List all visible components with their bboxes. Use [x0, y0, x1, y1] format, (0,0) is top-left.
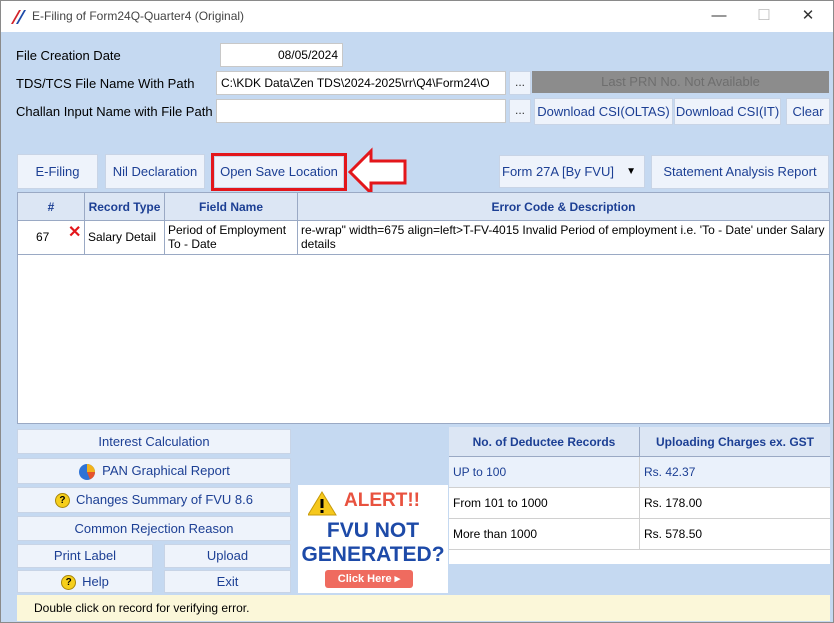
minimize-icon[interactable]: — — [709, 7, 729, 25]
row-number-text: 67 — [36, 230, 50, 244]
changes-summary-label: Changes Summary of FVU 8.6 — [75, 492, 254, 507]
grid-header: # Record Type Field Name Error Code & De… — [18, 193, 829, 221]
alert-title: ALERT!! — [344, 490, 420, 511]
prn-status: Last PRN No. Not Available — [532, 71, 829, 93]
highlight-box — [211, 153, 347, 191]
challan-browse-button[interactable]: ... — [509, 99, 531, 123]
table-row[interactable]: 67 ✕ Salary Detail Period of Employment … — [18, 221, 829, 255]
row-description: re-wrap" width=675 align=left>T-FV-4015 … — [301, 223, 825, 251]
click-here-button[interactable]: Click Here ▸ — [325, 570, 413, 588]
changes-summary-button[interactable]: ? Changes Summary of FVU 8.6 — [17, 487, 291, 513]
form-type-value: Form 27A [By FVU] — [502, 164, 614, 179]
close-icon[interactable]: ✕ — [798, 7, 818, 25]
maximize-icon[interactable]: ☐ — [754, 7, 774, 25]
status-bar: Double click on record for verifying err… — [17, 595, 830, 621]
download-csi-it-button[interactable]: Download CSI(IT) — [674, 98, 781, 125]
challan-label: Challan Input Name with File Path — [16, 104, 213, 119]
col-record-type[interactable]: Record Type — [85, 193, 165, 221]
print-label-button[interactable]: Print Label — [17, 544, 153, 568]
upload-button[interactable]: Upload — [164, 544, 291, 568]
pie-chart-icon — [79, 463, 96, 480]
charges-amount: Rs. 42.37 — [644, 465, 696, 479]
charges-col-records: No. of Deductee Records — [449, 427, 640, 457]
charges-range: From 101 to 1000 — [449, 488, 640, 519]
app-icon — [11, 10, 26, 24]
file-browse-button[interactable]: ... — [509, 71, 531, 95]
creation-date-field[interactable]: 08/05/2024 — [220, 43, 343, 67]
efiling-window: E-Filing of Form24Q-Quarter4 (Original) … — [0, 0, 834, 623]
help-button[interactable]: ? Help — [17, 570, 153, 593]
fvu-alert-banner[interactable]: ALERT!! FVU NOT GENERATED? Click Here ▸ — [298, 485, 448, 593]
question-icon: ? — [54, 493, 70, 509]
exit-button[interactable]: Exit — [164, 570, 291, 593]
challan-field[interactable] — [216, 99, 506, 123]
charges-row: From 101 to 1000 Rs. 178.00 — [449, 488, 830, 519]
help-label: Help — [82, 574, 109, 589]
help-icon: ? — [61, 575, 77, 591]
charges-amount: Rs. 578.50 — [644, 527, 703, 541]
file-name-field[interactable]: C:\KDK Data\Zen TDS\2024-2025\rr\Q4\Form… — [216, 71, 506, 95]
pointer-arrow-icon — [347, 147, 407, 197]
efiling-button[interactable]: E-Filing — [17, 154, 98, 189]
creation-date-label: File Creation Date — [16, 48, 121, 63]
pan-report-button[interactable]: PAN Graphical Report — [17, 458, 291, 484]
charges-col-amount: Uploading Charges ex. GST — [640, 427, 830, 457]
col-number[interactable]: # — [18, 193, 85, 221]
charges-amount: Rs. 178.00 — [644, 496, 703, 510]
charges-range: UP to 100 — [449, 457, 640, 488]
form-type-select[interactable]: Form 27A [By FVU] ▼ — [499, 155, 645, 188]
statement-analysis-button[interactable]: Statement Analysis Report — [651, 155, 829, 189]
charges-row: UP to 100 Rs. 42.37 — [449, 457, 830, 488]
row-field-name: Period of Employment To - Date — [165, 221, 298, 255]
file-name-label: TDS/TCS File Name With Path — [16, 76, 195, 91]
error-grid[interactable]: # Record Type Field Name Error Code & De… — [17, 192, 830, 424]
interest-calculation-button[interactable]: Interest Calculation — [17, 429, 291, 454]
charges-range: More than 1000 — [449, 519, 640, 550]
pan-report-label: PAN Graphical Report — [102, 463, 230, 478]
alert-line-1: FVU NOT — [326, 519, 420, 542]
dropdown-arrow-icon: ▼ — [626, 166, 636, 177]
col-error-description[interactable]: Error Code & Description — [298, 193, 829, 221]
row-record-type: Salary Detail — [85, 221, 165, 255]
error-x-icon: ✕ — [68, 224, 82, 241]
charges-table: No. of Deductee Records Uploading Charge… — [449, 427, 830, 564]
title-bar: E-Filing of Form24Q-Quarter4 (Original) … — [1, 1, 833, 32]
clear-button[interactable]: Clear — [786, 98, 830, 125]
common-rejection-button[interactable]: Common Rejection Reason — [17, 516, 291, 541]
window-title: E-Filing of Form24Q-Quarter4 (Original) — [32, 9, 245, 23]
row-number: 67 ✕ — [18, 221, 85, 255]
nil-declaration-button[interactable]: Nil Declaration — [105, 154, 205, 189]
col-field-name[interactable]: Field Name — [165, 193, 298, 221]
alert-line-2: GENERATED? — [301, 543, 445, 566]
download-csi-oltas-button[interactable]: Download CSI(OLTAS) — [534, 98, 673, 125]
charges-row: More than 1000 Rs. 578.50 — [449, 519, 830, 550]
